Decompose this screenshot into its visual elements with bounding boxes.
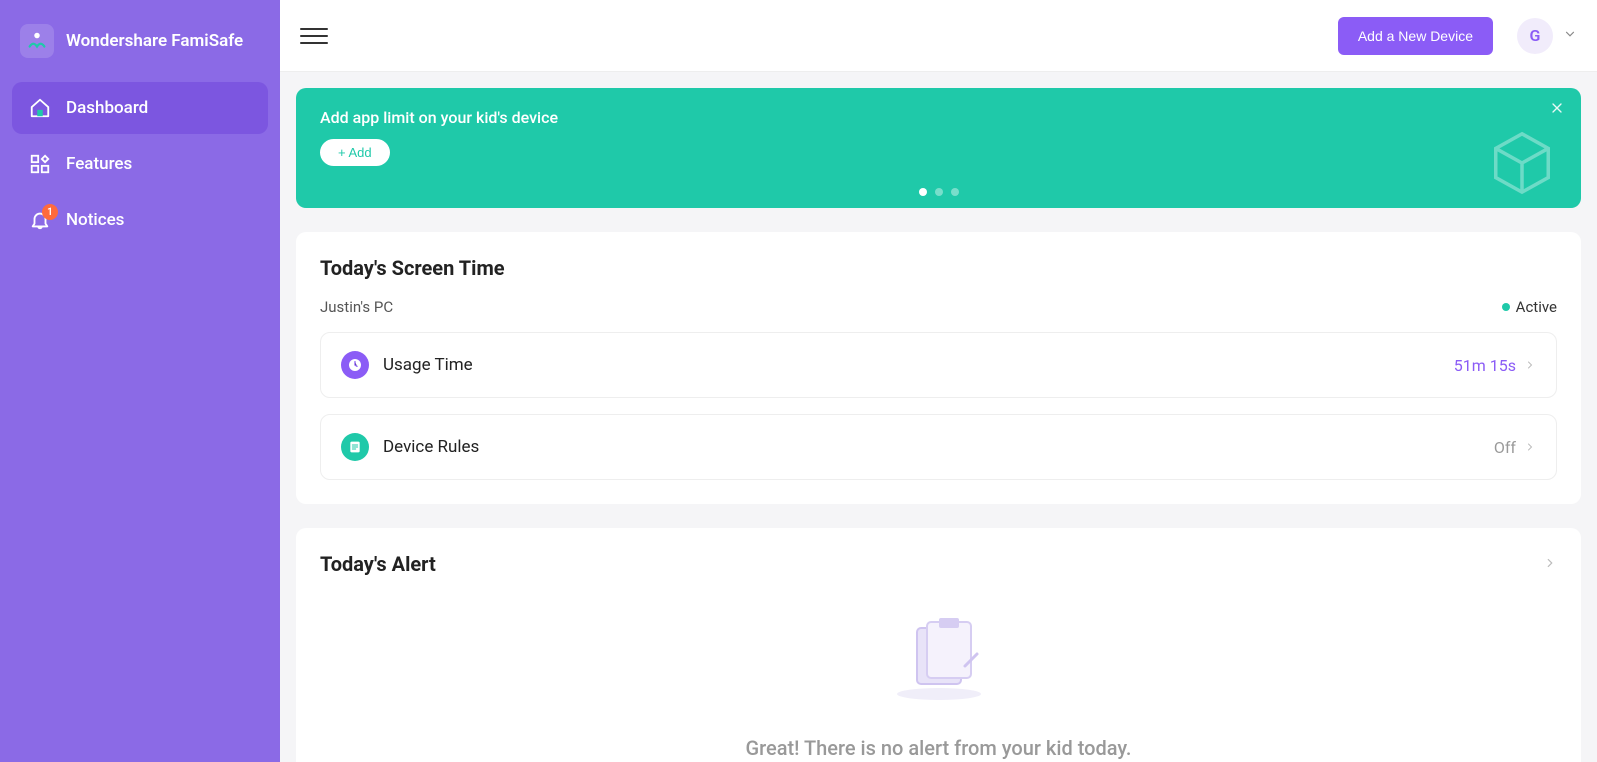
row-value: Off bbox=[1494, 438, 1516, 457]
hamburger-menu-icon[interactable] bbox=[300, 22, 328, 50]
grid-icon bbox=[28, 152, 52, 176]
alert-empty-text: Great! There is no alert from your kid t… bbox=[746, 736, 1132, 760]
sidebar-item-dashboard[interactable]: Dashboard bbox=[12, 82, 268, 134]
sidebar-item-label: Notices bbox=[66, 210, 124, 230]
clock-icon bbox=[341, 351, 369, 379]
bell-icon: 1 bbox=[28, 208, 52, 232]
chevron-right-icon[interactable] bbox=[1543, 555, 1557, 574]
add-device-button[interactable]: Add a New Device bbox=[1338, 17, 1493, 55]
alert-title: Today's Alert bbox=[320, 552, 436, 576]
device-rules-row[interactable]: Device Rules Off bbox=[320, 414, 1557, 480]
status-dot-icon bbox=[1502, 303, 1510, 311]
screen-time-card: Today's Screen Time Justin's PC Active U… bbox=[296, 232, 1581, 504]
list-icon bbox=[341, 433, 369, 461]
chevron-down-icon[interactable] bbox=[1563, 26, 1577, 45]
carousel-dot[interactable] bbox=[935, 188, 943, 196]
cube-icon bbox=[1487, 128, 1557, 202]
carousel-dot[interactable] bbox=[951, 188, 959, 196]
brand-name: Wondershare FamiSafe bbox=[66, 31, 243, 51]
sidebar-item-features[interactable]: Features bbox=[12, 138, 268, 190]
row-label: Usage Time bbox=[383, 355, 1454, 375]
alert-card: Today's Alert bbox=[296, 528, 1581, 762]
promo-banner: Add app limit on your kid's device + Add bbox=[296, 88, 1581, 208]
alert-empty-state: Great! There is no alert from your kid t… bbox=[320, 576, 1557, 760]
device-name: Justin's PC bbox=[320, 298, 393, 316]
banner-add-button[interactable]: + Add bbox=[320, 139, 390, 166]
alert-header: Today's Alert bbox=[320, 552, 1557, 576]
clipboard-illustration-icon bbox=[879, 616, 999, 706]
avatar[interactable]: G bbox=[1517, 18, 1553, 54]
notices-badge: 1 bbox=[42, 204, 58, 220]
carousel-dots bbox=[919, 188, 959, 196]
logo-icon bbox=[20, 24, 54, 58]
sidebar-nav: Dashboard Features bbox=[0, 82, 280, 246]
status-label: Active bbox=[1516, 298, 1557, 316]
main: Add a New Device G Add app limit on your… bbox=[280, 0, 1597, 762]
device-header: Justin's PC Active bbox=[320, 298, 1557, 316]
sidebar-item-notices[interactable]: 1 Notices bbox=[12, 194, 268, 246]
row-value: 51m 15s bbox=[1454, 356, 1516, 375]
home-icon bbox=[28, 96, 52, 120]
row-label: Device Rules bbox=[383, 437, 1494, 457]
status-block: Active bbox=[1502, 298, 1557, 316]
sidebar-item-label: Features bbox=[66, 154, 132, 174]
chevron-right-icon bbox=[1524, 438, 1536, 457]
sidebar-item-label: Dashboard bbox=[66, 98, 148, 118]
content-scroll[interactable]: Add app limit on your kid's device + Add bbox=[280, 72, 1597, 762]
usage-time-row[interactable]: Usage Time 51m 15s bbox=[320, 332, 1557, 398]
carousel-dot[interactable] bbox=[919, 188, 927, 196]
close-icon[interactable] bbox=[1549, 100, 1565, 120]
banner-title: Add app limit on your kid's device bbox=[320, 108, 1557, 127]
topbar: Add a New Device G bbox=[280, 0, 1597, 72]
logo-block: Wondershare FamiSafe bbox=[0, 12, 280, 82]
screen-time-title: Today's Screen Time bbox=[320, 256, 1557, 280]
chevron-right-icon bbox=[1524, 356, 1536, 375]
sidebar: Wondershare FamiSafe Dashboard bbox=[0, 0, 280, 762]
